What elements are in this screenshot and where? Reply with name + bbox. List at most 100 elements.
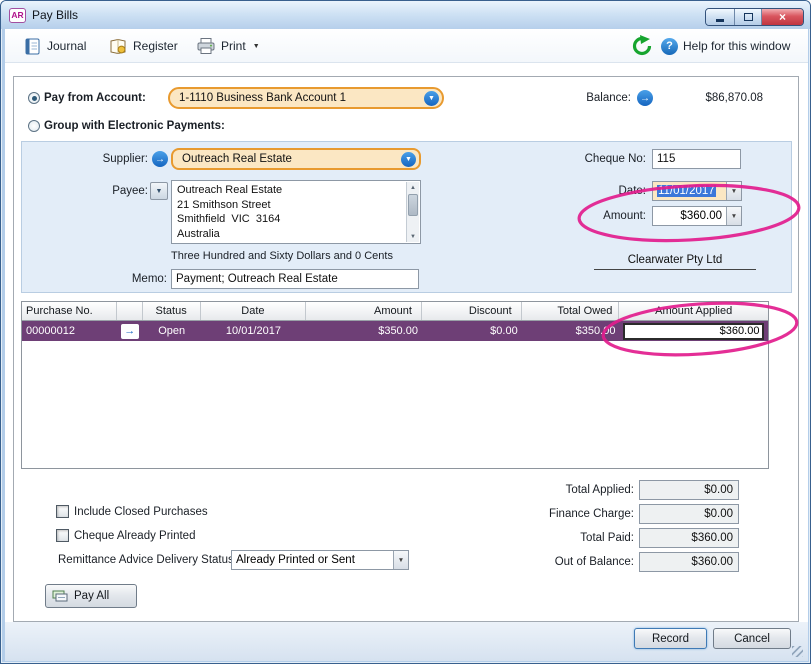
- payee-line: Smithfield VIC 3164: [177, 212, 404, 227]
- pay-all-button[interactable]: Pay All: [45, 584, 137, 608]
- supplier-combobox[interactable]: Outreach Real Estate ▼: [171, 148, 421, 170]
- minimize-icon: [716, 19, 724, 22]
- payee-scrollbar[interactable]: ▲ ▼: [406, 182, 419, 242]
- register-icon: [109, 37, 128, 56]
- remittance-select[interactable]: Already Printed or Sent ▼: [231, 550, 409, 570]
- group-electronic-label: Group with Electronic Payments:: [44, 120, 225, 132]
- remittance-label: Remittance Advice Delivery Status:: [58, 554, 237, 566]
- register-button[interactable]: Register: [105, 34, 182, 58]
- header-purchase-no: Purchase No.: [22, 302, 117, 320]
- header-status: Status: [143, 302, 201, 320]
- out-of-balance-value: $360.00: [639, 552, 739, 572]
- account-dropdown-icon[interactable]: ▼: [424, 91, 439, 106]
- cheque-printed-checkbox[interactable]: [56, 529, 69, 542]
- finance-charge-value: $0.00: [639, 504, 739, 524]
- cell-total-owed: $350.00: [522, 321, 620, 341]
- help-button[interactable]: ? Help for this window: [657, 34, 794, 58]
- printer-icon: [196, 37, 216, 55]
- supplier-label: Supplier:: [56, 153, 148, 165]
- record-label: Record: [652, 633, 689, 645]
- date-label: Date:: [556, 185, 646, 197]
- remittance-value: Already Printed or Sent: [232, 551, 393, 569]
- app-icon: AR: [9, 8, 26, 23]
- cell-purchase-no: 00000012: [22, 321, 117, 341]
- amount-dropdown-icon[interactable]: ▼: [726, 207, 741, 225]
- amount-in-words: Three Hundred and Sixty Dollars and 0 Ce…: [171, 250, 393, 262]
- header-amount-applied: Amount Applied: [619, 302, 768, 320]
- amount-field[interactable]: $360.00 ▼: [652, 206, 742, 226]
- include-closed-checkbox[interactable]: [56, 505, 69, 518]
- payee-address-box[interactable]: Outreach Real Estate 21 Smithson Street …: [171, 180, 421, 244]
- print-dropdown-caret-icon: ▼: [253, 43, 260, 50]
- total-applied-value: $0.00: [639, 480, 739, 500]
- include-closed-label: Include Closed Purchases: [74, 506, 208, 518]
- table-row[interactable]: 00000012 → Open 10/01/2017 $350.00 $0.00…: [22, 321, 768, 341]
- journal-icon: [23, 37, 42, 56]
- memo-input[interactable]: [171, 269, 419, 289]
- date-selected-text: 11/01/2017: [657, 185, 716, 197]
- cell-amount: $350.00: [306, 321, 422, 341]
- cell-detail-arrow: →: [117, 321, 143, 341]
- supplier-value: Outreach Real Estate: [182, 153, 292, 165]
- journal-button[interactable]: Journal: [19, 34, 90, 58]
- payee-line: Australia: [177, 227, 404, 242]
- total-paid-label: Total Paid:: [484, 532, 634, 544]
- refresh-button[interactable]: [627, 34, 657, 58]
- account-combobox[interactable]: 1-1110 Business Bank Account 1 ▼: [168, 87, 444, 109]
- balance-label: Balance:: [561, 92, 631, 104]
- balance-detail-arrow-icon[interactable]: →: [637, 90, 653, 106]
- maximize-button[interactable]: [735, 9, 762, 25]
- pay-all-icon: [52, 589, 68, 603]
- maximize-icon: [744, 13, 753, 21]
- toolbar: Journal Register Print ▼: [5, 29, 808, 63]
- cheque-no-label: Cheque No:: [556, 153, 646, 165]
- scroll-thumb[interactable]: [408, 194, 418, 216]
- purchases-table: Purchase No. Status Date Amount Discount…: [21, 301, 769, 469]
- cell-status: Open: [143, 321, 201, 341]
- help-icon: ?: [661, 38, 678, 55]
- supplier-detail-arrow-icon[interactable]: →: [152, 151, 168, 167]
- resize-grip[interactable]: [792, 646, 803, 657]
- date-field[interactable]: 11/01/2017 ▼: [652, 181, 742, 201]
- titlebar: AR Pay Bills ×: [1, 1, 811, 29]
- finance-charge-label: Finance Charge:: [484, 508, 634, 520]
- scroll-up-icon[interactable]: ▲: [407, 182, 419, 193]
- cheque-printed-label: Cheque Already Printed: [74, 530, 195, 542]
- payee-dropdown-button[interactable]: ▼: [150, 182, 168, 200]
- row-detail-arrow-icon[interactable]: →: [121, 324, 139, 339]
- cancel-button[interactable]: Cancel: [713, 628, 791, 649]
- header-detail-arrow: [117, 302, 143, 320]
- table-header-row: Purchase No. Status Date Amount Discount…: [22, 302, 768, 321]
- print-button[interactable]: Print ▼: [192, 34, 264, 58]
- header-discount: Discount: [422, 302, 522, 320]
- amount-label: Amount:: [556, 210, 646, 222]
- scroll-down-icon[interactable]: ▼: [407, 231, 419, 242]
- date-dropdown-icon[interactable]: ▼: [726, 182, 741, 200]
- cell-date: 10/01/2017: [201, 321, 307, 341]
- refresh-icon: [631, 35, 653, 57]
- amount-applied-input[interactable]: [623, 323, 764, 340]
- remittance-dropdown-icon[interactable]: ▼: [393, 551, 408, 569]
- cancel-label: Cancel: [734, 633, 770, 645]
- out-of-balance-label: Out of Balance:: [484, 556, 634, 568]
- register-label: Register: [133, 39, 178, 53]
- radio-selected-dot: [32, 96, 37, 101]
- print-label: Print: [221, 39, 246, 53]
- pay-all-label: Pay All: [74, 590, 109, 602]
- payee-label: Payee:: [56, 185, 148, 197]
- pay-from-account-label: Pay from Account:: [44, 92, 146, 104]
- pay-bills-window: AR Pay Bills × Journal Re: [0, 0, 811, 664]
- pay-from-account-radio[interactable]: [28, 92, 40, 104]
- supplier-dropdown-icon[interactable]: ▼: [401, 152, 416, 167]
- window-controls: ×: [705, 8, 804, 26]
- total-applied-label: Total Applied:: [484, 484, 634, 496]
- group-electronic-radio[interactable]: [28, 120, 40, 132]
- header-total-owed: Total Owed: [522, 302, 620, 320]
- minimize-button[interactable]: [706, 9, 735, 25]
- cheque-no-input[interactable]: [652, 149, 741, 169]
- record-button[interactable]: Record: [634, 628, 707, 649]
- close-button[interactable]: ×: [762, 9, 803, 25]
- close-icon: ×: [779, 10, 786, 24]
- help-label: Help for this window: [683, 39, 790, 53]
- journal-label: Journal: [47, 39, 86, 53]
